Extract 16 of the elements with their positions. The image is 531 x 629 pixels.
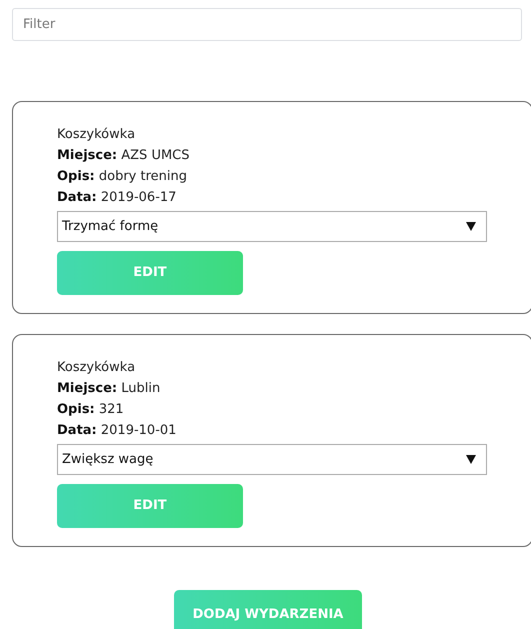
caret-icon bbox=[466, 455, 476, 464]
filter-field[interactable]: Filter bbox=[12, 8, 522, 41]
event-date: Data: 2019-10-01 bbox=[57, 422, 178, 440]
edit-button[interactable]: EDIT bbox=[57, 251, 243, 295]
goal-select[interactable]: Trzymać formę bbox=[57, 211, 487, 242]
event-place: Miejsce: Lublin bbox=[57, 380, 162, 398]
goal-select[interactable]: Zwiększ wagę bbox=[57, 444, 487, 475]
add-event-button[interactable]: DODAJ WYDARZENIA bbox=[174, 590, 362, 629]
event-title: Koszykówka bbox=[57, 126, 136, 144]
event-description: Opis: 321 bbox=[57, 401, 125, 419]
edit-button[interactable]: EDIT bbox=[57, 484, 243, 528]
event-date: Data: 2019-06-17 bbox=[57, 189, 178, 207]
event-title: Koszykówka bbox=[57, 359, 136, 377]
event-place: Miejsce: AZS UMCS bbox=[57, 147, 191, 165]
event-description: Opis: dobry trening bbox=[57, 168, 188, 186]
caret-icon bbox=[466, 222, 476, 231]
